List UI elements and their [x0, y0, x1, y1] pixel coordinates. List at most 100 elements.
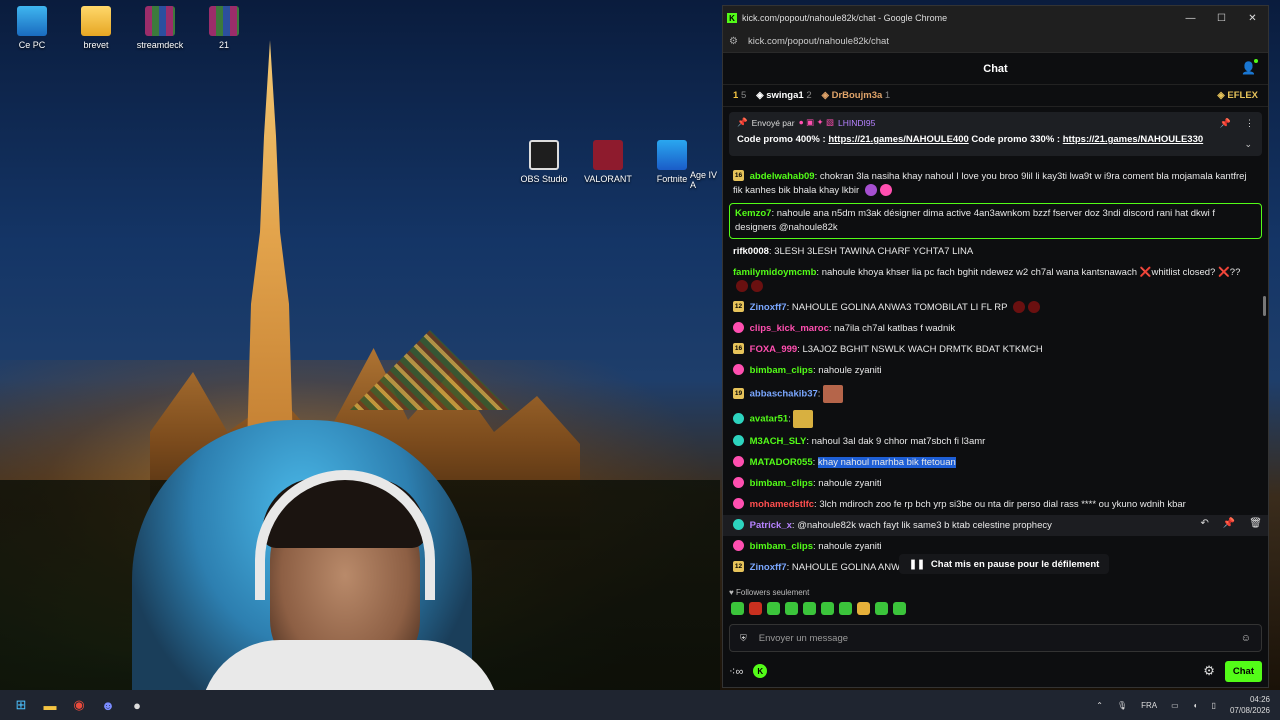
minimize-button[interactable]: —: [1175, 13, 1206, 24]
user-settings-icon[interactable]: 👤: [1241, 61, 1256, 75]
message-text: nahoule khoya khser lia pc fach bghit nd…: [821, 266, 1241, 278]
emote-button[interactable]: [803, 602, 816, 615]
username[interactable]: Zinoxff7: [750, 562, 787, 573]
username[interactable]: clips_kick_maroc: [750, 323, 829, 334]
desktop-icon-valorant[interactable]: VALORANT: [576, 140, 640, 184]
chat-message[interactable]: bimbam_clips: nahoule zyaniti: [733, 473, 1258, 494]
chat-messages[interactable]: 16 abdelwahab09: chokran 3la nasiha khay…: [723, 166, 1268, 586]
desktop-icon-21[interactable]: 21: [192, 6, 256, 50]
chat-message[interactable]: mohamedstlfc: 3lch mdiroch zoo fe rp bch…: [733, 494, 1258, 515]
username[interactable]: bimbam_clips: [750, 365, 813, 376]
obs-taskbar-icon[interactable]: ●: [126, 694, 148, 716]
desktop-icon-label: streamdeck: [136, 40, 184, 50]
gear-icon[interactable]: ⚙: [1203, 663, 1215, 679]
emote-button[interactable]: [785, 602, 798, 615]
emoji-picker-icon[interactable]: ☺: [1241, 633, 1251, 644]
send-chat-button[interactable]: Chat: [1224, 660, 1262, 682]
kick-bits-icon[interactable]: ⁖∞: [729, 665, 743, 678]
url-text[interactable]: kick.com/popout/nahoule82k/chat: [748, 36, 889, 47]
chat-message[interactable]: avatar51:: [733, 406, 1258, 431]
chat-message[interactable]: 16 FOXA_999: L3AJOZ BGHIT NSWLK WACH DRM…: [733, 339, 1258, 360]
pin-message-icon[interactable]: 📌: [1223, 517, 1235, 531]
taskbar: ⊞ ▬ ◉ ☻ ● ⌃ 🎙 FRA ▭ ◖ ▯ 04:26 07/08/2026: [0, 690, 1280, 720]
chat-message[interactable]: familymidoymcmb: nahoule khoya khser lia…: [733, 262, 1258, 297]
username[interactable]: familymidoymcmb: [733, 267, 816, 278]
leader-rank-1[interactable]: 1 5: [733, 90, 746, 101]
emote-button[interactable]: [749, 602, 762, 615]
username[interactable]: bimbam_clips: [750, 541, 813, 552]
more-options-icon[interactable]: ⋮: [1245, 118, 1254, 129]
unpin-icon[interactable]: 📌: [1220, 118, 1231, 129]
message-text: nahoule zyaniti: [818, 540, 882, 552]
badge-icon: [733, 413, 744, 424]
leader-drboujm3a[interactable]: ◈ DrBoujm3a 1: [822, 90, 891, 101]
desktop-icon-age[interactable]: Age IV A: [690, 170, 722, 190]
username[interactable]: M3ACH_SLY: [750, 436, 807, 447]
pinned-user[interactable]: LHINDI95: [838, 118, 875, 128]
desktop-icon-pc[interactable]: Ce PC: [0, 6, 64, 50]
chat-input[interactable]: ⛨ Envoyer un message ☺: [729, 624, 1262, 652]
emote-button[interactable]: [875, 602, 888, 615]
emote-button[interactable]: [893, 602, 906, 615]
scrollbar-thumb[interactable]: [1263, 296, 1266, 316]
address-bar[interactable]: ⚙ kick.com/popout/nahoule82k/chat: [723, 30, 1268, 53]
file-explorer-icon[interactable]: ▬: [39, 694, 61, 716]
chat-paused-indicator[interactable]: ❚❚ Chat mis en pause pour le défilement: [899, 554, 1110, 574]
emote-button[interactable]: [821, 602, 834, 615]
microphone-icon[interactable]: 🎙: [1117, 701, 1127, 710]
leader-eflex[interactable]: ◈ EFLEX: [1217, 90, 1258, 101]
username[interactable]: abdelwahab09: [750, 171, 815, 182]
volume-icon[interactable]: ◖: [1193, 701, 1198, 710]
emote-button[interactable]: [767, 602, 780, 615]
network-icon[interactable]: ▭: [1171, 701, 1179, 710]
username[interactable]: Patrick_x: [750, 520, 792, 531]
maximize-button[interactable]: ☐: [1206, 13, 1237, 24]
desktop-icon-obs[interactable]: OBS Studio: [512, 140, 576, 184]
emote-button[interactable]: [731, 602, 744, 615]
chevron-up-icon[interactable]: ⌃: [1096, 701, 1103, 710]
emote-button[interactable]: [839, 602, 852, 615]
username[interactable]: FOXA_999: [750, 344, 798, 355]
delete-icon[interactable]: 🗑: [1249, 517, 1262, 531]
emote-button[interactable]: [857, 602, 870, 615]
chat-message[interactable]: 19 abbaschakib37:: [733, 381, 1258, 406]
chat-message[interactable]: MATADOR055: khay nahoul marhba bik fteto…: [733, 452, 1258, 473]
chat-message[interactable]: 16 abdelwahab09: chokran 3la nasiha khay…: [733, 166, 1258, 201]
username[interactable]: Kemzo7: [735, 208, 771, 219]
discord-icon[interactable]: ☻: [97, 694, 119, 716]
chrome-window: K kick.com/popout/nahoule82k/chat - Goog…: [722, 5, 1269, 688]
chat-message[interactable]: 12 Zinoxff7: NAHOULE GOLINA ANWA3 TOMOBI…: [733, 297, 1258, 318]
pinned-message[interactable]: 📌 Envoyé par ● ▣ ✦ ▧ LHINDI95 Code promo…: [729, 112, 1262, 156]
username[interactable]: MATADOR055: [750, 457, 813, 468]
windows-start-icon[interactable]: ⊞: [10, 694, 32, 716]
badge-icon: [733, 364, 744, 376]
username[interactable]: bimbam_clips: [750, 478, 813, 489]
promo-link-400[interactable]: https://21.games/NAHOULE400: [828, 134, 968, 145]
kick-logo-icon[interactable]: K: [753, 664, 768, 678]
chat-message-mention[interactable]: Kemzo7: nahoule ana n5dm m3ak désigner d…: [729, 203, 1262, 239]
username[interactable]: avatar51: [750, 413, 789, 424]
close-button[interactable]: ✕: [1237, 13, 1268, 24]
username[interactable]: Zinoxff7: [750, 302, 787, 313]
taskbar-clock[interactable]: 04:26 07/08/2026: [1230, 694, 1270, 716]
battery-icon[interactable]: ▯: [1212, 701, 1216, 710]
chat-message[interactable]: clips_kick_maroc: na7ila ch7al katlbas f…: [733, 318, 1258, 339]
username[interactable]: rifk0008: [733, 246, 769, 257]
chat-message[interactable]: bimbam_clips: nahoule zyaniti: [733, 360, 1258, 381]
desktop-icon-brevet[interactable]: brevet: [64, 6, 128, 50]
promo-link-330[interactable]: https://21.games/NAHOULE330: [1063, 134, 1203, 145]
reply-icon[interactable]: ↶: [1200, 517, 1208, 531]
username[interactable]: abbaschakib37: [750, 388, 818, 399]
chat-message-hovered[interactable]: Patrick_x: @nahoule82k wach fayt lik sam…: [723, 515, 1268, 536]
site-settings-icon[interactable]: ⚙: [729, 36, 738, 47]
desktop-icon-streamdeck[interactable]: streamdeck: [128, 6, 192, 50]
quick-emotes[interactable]: [731, 602, 906, 615]
language-indicator[interactable]: FRA: [1141, 701, 1157, 710]
chat-message[interactable]: M3ACH_SLY: nahoul 3al dak 9 chhor mat7sb…: [733, 431, 1258, 452]
leader-swinga1[interactable]: ◈ swinga1 2: [756, 90, 811, 101]
chat-message[interactable]: rifk0008: 3LESH 3LESH TAWINA CHARF YCHTA…: [733, 241, 1258, 262]
chrome-icon[interactable]: ◉: [68, 694, 90, 716]
chevron-down-icon[interactable]: ⌄: [1244, 139, 1252, 150]
chat-input-placeholder[interactable]: Envoyer un message: [759, 633, 848, 644]
username[interactable]: mohamedstlfc: [750, 499, 814, 510]
